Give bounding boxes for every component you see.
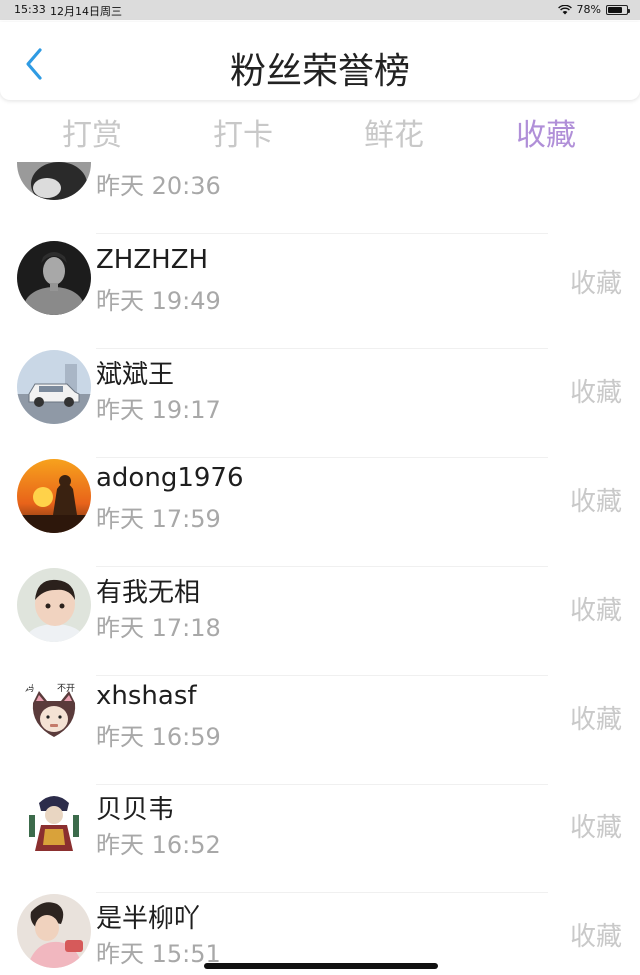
avatar xyxy=(17,894,91,968)
divider xyxy=(96,566,548,567)
svg-text:妈: 妈 xyxy=(25,682,34,694)
tab-reward[interactable]: 打赏 xyxy=(22,110,162,154)
list-item-name: xhshasf xyxy=(96,681,197,711)
battery-icon xyxy=(606,4,630,15)
avatar-cat-costume-baby-icon: 妈 不开 xyxy=(17,677,91,751)
list-item-name: adong1976 xyxy=(96,463,244,493)
list-item[interactable]: 斌斌王 昨天 19:17 收藏 xyxy=(0,350,640,458)
avatar-child-icon xyxy=(17,894,91,968)
favorite-label: 收藏 xyxy=(569,269,622,299)
divider xyxy=(96,348,548,349)
avatar xyxy=(17,350,91,424)
list-item-time: 昨天 17:18 xyxy=(96,614,221,642)
tab-bar: 打赏 打卡 鲜花 收藏 xyxy=(0,104,640,156)
tab-favorites[interactable]: 收藏 xyxy=(476,110,616,154)
favorite-label: 收藏 xyxy=(569,813,622,843)
list-item-name: 斌斌王 xyxy=(96,360,175,390)
list-item-name: 有我无相 xyxy=(96,578,201,608)
list-item[interactable]: 贝贝韦 昨天 16:52 收藏 xyxy=(0,785,640,893)
list-item-time: 昨天 16:52 xyxy=(96,831,221,859)
list-item-time: 昨天 15:51 xyxy=(96,940,221,968)
list-item-time: 昨天 19:17 xyxy=(96,396,221,424)
avatar xyxy=(17,568,91,642)
svg-text:不开: 不开 xyxy=(57,683,75,694)
avatar: 妈 不开 xyxy=(17,677,91,751)
favorite-label: 收藏 xyxy=(569,596,622,626)
list-item-time: 昨天 19:49 xyxy=(96,287,221,315)
list-item[interactable]: 有我无相 昨天 17:18 收藏 xyxy=(0,568,640,676)
list-item-time: 昨天 17:59 xyxy=(96,505,221,533)
status-time: 15:33 xyxy=(14,3,46,16)
avatar xyxy=(17,785,91,859)
divider xyxy=(96,233,548,234)
list-item[interactable]: adong1976 昨天 17:59 收藏 xyxy=(0,459,640,567)
avatar-dark-portrait-icon xyxy=(17,162,91,200)
list-item[interactable]: 妈 不开 xhshasf 昨天 16:59 收藏 xyxy=(0,677,640,785)
status-bar: 15:33 12月14日周三 78% xyxy=(0,0,640,20)
divider xyxy=(96,892,548,893)
favorite-label: 收藏 xyxy=(569,705,622,735)
list-item[interactable]: ZHZHZH 昨天 19:49 收藏 xyxy=(0,241,640,349)
list-item[interactable]: 昨天 20:36 xyxy=(0,162,640,234)
divider xyxy=(96,457,548,458)
battery-percent: 78% xyxy=(576,3,601,16)
tab-checkin[interactable]: 打卡 xyxy=(173,110,313,154)
list-item-name: 贝贝韦 xyxy=(96,795,175,825)
wifi-icon xyxy=(557,4,572,14)
page-title: 粉丝荣誉榜 xyxy=(229,51,410,92)
list-item-time: 昨天 20:36 xyxy=(96,172,221,200)
divider xyxy=(96,675,548,676)
favorite-label: 收藏 xyxy=(569,922,622,952)
nav-bar: 粉丝荣誉榜 xyxy=(0,22,640,100)
avatar xyxy=(17,459,91,533)
favorite-label: 收藏 xyxy=(569,378,622,408)
avatar xyxy=(17,162,91,200)
list-item-name: 是半柳吖 xyxy=(96,904,201,934)
avatar xyxy=(17,241,91,315)
tab-flowers[interactable]: 鲜花 xyxy=(324,110,464,154)
status-date: 12月14日周三 xyxy=(50,5,122,18)
avatar-baby-icon xyxy=(17,568,91,642)
status-right: 78% xyxy=(557,3,630,16)
favorite-label: 收藏 xyxy=(569,487,622,517)
list-item-name: ZHZHZH xyxy=(96,245,209,275)
avatar-sunset-buddha-icon xyxy=(17,459,91,533)
avatar-man-portrait-icon xyxy=(17,241,91,315)
avatar-car-icon xyxy=(17,350,91,424)
avatar-opera-figure-icon xyxy=(17,785,91,859)
fan-list: 昨天 20:36 ZHZHZH 昨天 19:49 收藏 斌斌王 昨天 19:17… xyxy=(0,162,640,975)
list-item-time: 昨天 16:59 xyxy=(96,723,221,751)
home-indicator[interactable] xyxy=(204,963,438,969)
